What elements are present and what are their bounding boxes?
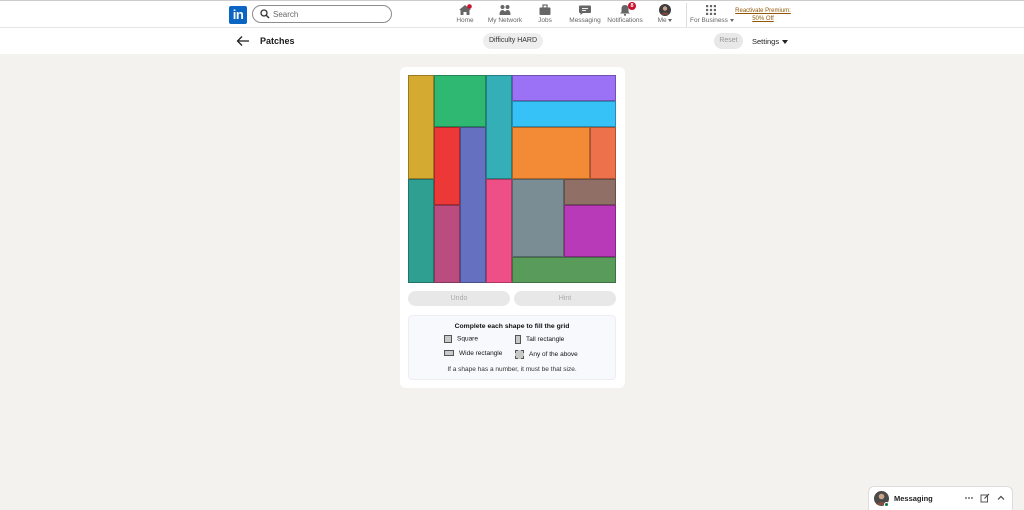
jobs-icon: [539, 4, 551, 15]
rules-footer: If a shape has a number, it must be that…: [447, 366, 577, 373]
chevron-down-icon: [729, 18, 734, 22]
nav-jobs-label: Jobs: [538, 17, 552, 24]
premium-line-1: Reactivate Premium:: [735, 8, 791, 14]
avatar: [659, 4, 671, 16]
linkedin-logo[interactable]: in: [229, 6, 247, 24]
chevron-down-icon: [668, 18, 673, 22]
global-nav: in Home My Network Jobs Messagi: [0, 0, 1024, 28]
legend-any: Any of the above: [515, 350, 578, 359]
patch-plum[interactable]: [434, 205, 460, 283]
wide-rectangle-icon: [444, 350, 454, 357]
nav-home[interactable]: Home: [452, 4, 478, 26]
premium-line-2: 50% Off: [752, 16, 774, 22]
legend-square: Square: [444, 335, 478, 343]
patch-slate[interactable]: [512, 179, 564, 257]
legend-any-label: Any of the above: [529, 351, 578, 359]
settings-dropdown[interactable]: Settings: [752, 37, 789, 46]
patch-magenta[interactable]: [564, 205, 616, 257]
nav-me-label: Me: [657, 17, 667, 24]
nav-for-business[interactable]: For Business: [690, 4, 734, 26]
patch-olive[interactable]: [512, 257, 616, 283]
nav-messaging-label: Messaging: [569, 17, 601, 24]
more-options-icon[interactable]: [964, 493, 974, 503]
patch-red[interactable]: [434, 127, 460, 205]
network-icon: [499, 5, 511, 15]
legend-wide: Wide rectangle: [444, 350, 502, 357]
search-icon: [260, 9, 270, 19]
home-icon: [459, 4, 472, 15]
patch-orange[interactable]: [512, 127, 590, 179]
online-status-dot: [884, 502, 889, 507]
bell-icon-wrap: 8: [618, 2, 636, 16]
search-bar[interactable]: [252, 5, 392, 23]
patch-purple[interactable]: [512, 75, 616, 101]
patch-green[interactable]: [434, 75, 486, 127]
difficulty-badge: Difficulty HARD: [483, 33, 543, 49]
square-shape-icon: [444, 335, 452, 343]
patch-indigo[interactable]: [460, 127, 486, 283]
nav-jobs[interactable]: Jobs: [534, 4, 556, 26]
game-card: Undo Hint Complete each shape to fill th…: [400, 67, 625, 388]
legend-tall: Tall rectangle: [515, 335, 564, 344]
nav-for-business-label-wrap: For Business: [690, 17, 734, 24]
rules-title: Complete each shape to fill the grid: [454, 323, 570, 330]
grid-icon: [706, 5, 716, 15]
nav-my-network-label: My Network: [487, 17, 523, 24]
messaging-label: Messaging: [894, 494, 933, 503]
hint-button[interactable]: Hint: [514, 291, 616, 306]
messaging-dock[interactable]: Messaging: [868, 486, 1013, 510]
caret-down-icon: [782, 40, 789, 45]
nav-my-network[interactable]: My Network: [486, 4, 524, 26]
nav-me-label-wrap: Me: [654, 17, 676, 24]
messaging-icon: [579, 5, 591, 15]
patch-brown[interactable]: [564, 179, 616, 205]
reactivate-premium-link[interactable]: Reactivate Premium: 50% Off: [735, 7, 791, 23]
nav-divider: [686, 3, 687, 27]
any-shape-icon: [515, 350, 524, 359]
nav-me[interactable]: Me: [654, 4, 676, 26]
patch-mustard[interactable]: [408, 75, 434, 179]
back-arrow-icon[interactable]: [236, 35, 250, 47]
patch-coral[interactable]: [590, 127, 616, 179]
legend-wide-label: Wide rectangle: [459, 350, 503, 357]
game-header: Patches Difficulty HARD Reset Settings: [0, 28, 1024, 54]
nav-notifications-label: Notifications: [607, 17, 643, 24]
notifications-badge: 8: [628, 2, 636, 10]
search-input[interactable]: [273, 7, 383, 21]
page-title: Patches: [260, 36, 295, 46]
reset-button[interactable]: Reset: [714, 33, 743, 49]
rules-panel: Complete each shape to fill the grid Squ…: [408, 315, 616, 380]
patches-grid[interactable]: [408, 75, 616, 283]
patch-pink[interactable]: [486, 179, 512, 283]
compose-icon[interactable]: [980, 493, 990, 503]
nav-messaging[interactable]: Messaging: [569, 4, 601, 26]
nav-notifications[interactable]: 8 Notifications: [606, 2, 644, 26]
tall-rectangle-icon: [515, 335, 521, 344]
legend-tall-label: Tall rectangle: [526, 336, 565, 344]
legend-square-label: Square: [457, 335, 478, 343]
patch-sky[interactable]: [512, 101, 616, 127]
settings-label: Settings: [752, 37, 780, 46]
nav-home-label: Home: [456, 17, 474, 24]
chevron-up-icon[interactable]: [996, 493, 1006, 503]
patch-teal-top[interactable]: [486, 75, 512, 179]
patch-teal-left[interactable]: [408, 179, 434, 283]
nav-for-business-label: For Business: [690, 17, 728, 24]
undo-button[interactable]: Undo: [408, 291, 510, 306]
